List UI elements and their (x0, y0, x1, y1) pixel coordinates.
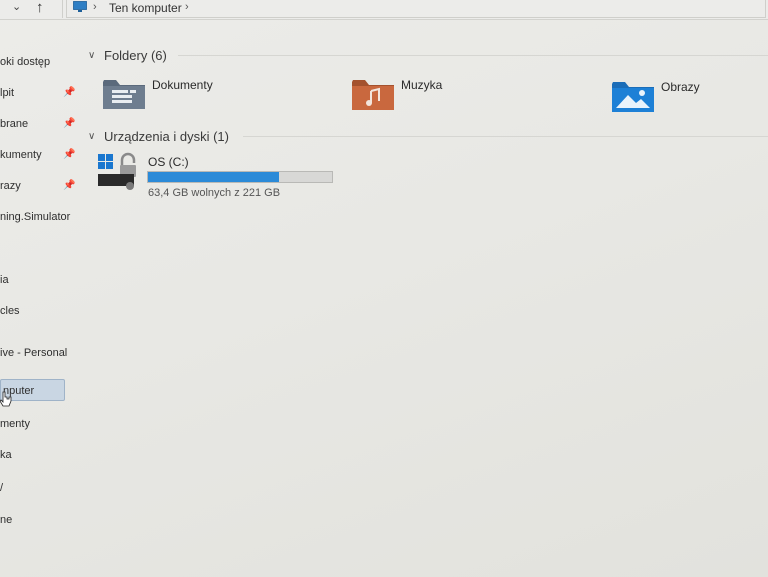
up-arrow-icon[interactable]: ↑ (36, 0, 44, 16)
sidebar-item-label: ka (0, 449, 12, 461)
folder-name: Muzyka (401, 78, 443, 92)
recent-locations-chevron-icon[interactable]: ⌄ (12, 0, 21, 13)
sidebar-item-quick-access[interactable]: oki dostęp (0, 51, 76, 73)
sidebar-item-label: ia (0, 274, 9, 286)
content-pane: ∨ Foldery (6) Dokumenty Muzyka Obrazy ∨ … (78, 38, 768, 577)
music-folder-icon (352, 80, 394, 110)
drive-name: OS (C:) (148, 155, 189, 169)
pin-icon: 📌 (63, 180, 76, 191)
drive-usage-fill (148, 172, 280, 182)
documents-folder-icon (103, 80, 145, 109)
sidebar-item-label: ne (0, 514, 13, 526)
sidebar-item-documents[interactable]: kumenty 📌 (0, 144, 76, 166)
sidebar-item-media[interactable]: ia (0, 269, 76, 291)
sidebar-item-simulator[interactable]: ning.Simulator (0, 206, 76, 228)
hand-cursor-icon (0, 391, 12, 407)
sidebar-item-label: razy (0, 180, 21, 192)
pin-icon: 📌 (63, 149, 76, 160)
sidebar-item-documents-2[interactable]: menty (0, 413, 76, 435)
sidebar-item-label: ning.Simulator (0, 211, 71, 223)
pin-icon: 📌 (63, 118, 76, 129)
section-divider (178, 55, 768, 56)
folders-section-header[interactable]: ∨ Foldery (6) (78, 46, 167, 64)
section-divider (243, 136, 768, 137)
breadcrumb-chevron-icon[interactable]: › (185, 1, 189, 13)
folder-name: Dokumenty (152, 78, 213, 92)
drive-usage-bar (147, 171, 333, 183)
breadcrumb-this-pc[interactable]: Ten komputer (109, 1, 182, 15)
folder-muzyka[interactable]: Muzyka (351, 76, 551, 116)
folders-section-title: Foldery (6) (104, 47, 167, 63)
drives-section-title: Urządzenia i dyski (1) (104, 128, 229, 144)
sidebar-item-onedrive[interactable]: ive - Personal (0, 342, 76, 364)
drive-os-c[interactable]: OS (C:) 63,4 GB wolnych z 221 GB (96, 152, 356, 202)
sidebar-item-articles[interactable]: cles (0, 300, 76, 322)
sidebar-item-label: kumenty (0, 149, 42, 161)
sidebar-item-partial[interactable]: / (0, 477, 76, 499)
navigation-pane: oki dostęp lpit 📌 brane 📌 kumenty 📌 razy… (0, 38, 76, 577)
folder-obrazy[interactable]: Obrazy (611, 78, 761, 118)
folder-name: Obrazy (661, 80, 700, 94)
sidebar-item-label: lpit (0, 87, 15, 99)
drive-free-space: 63,4 GB wolnych z 221 GB (148, 187, 281, 199)
drive-icon (98, 152, 136, 190)
sidebar-item-label: brane (0, 118, 29, 130)
sidebar-item-music[interactable]: ka (0, 444, 76, 466)
toolbar-divider (62, 0, 63, 18)
sidebar-item-label: oki dostęp (0, 56, 51, 68)
pictures-folder-icon (612, 82, 654, 112)
sidebar-item-pictures[interactable]: razy 📌 (0, 175, 76, 197)
file-explorer-window: ⌄ ↑ › Ten komputer › oki dostęp lpit 📌 b… (0, 0, 768, 577)
sidebar-item-label: menty (0, 418, 30, 430)
computer-icon (73, 1, 87, 12)
chevron-down-icon[interactable]: ∨ (88, 131, 102, 142)
sidebar-item-label: cles (0, 305, 20, 317)
drives-section-header[interactable]: ∨ Urządzenia i dyski (1) (78, 127, 229, 145)
sidebar-item-desktop[interactable]: lpit 📌 (0, 82, 76, 104)
pin-icon: 📌 (63, 87, 76, 98)
sidebar-item-partial-2[interactable]: ne (0, 509, 76, 531)
sidebar-item-label: ive - Personal (0, 347, 68, 359)
address-bar-row: ⌄ ↑ › Ten komputer › (0, 0, 768, 20)
folder-dokumenty[interactable]: Dokumenty (102, 76, 302, 116)
chevron-down-icon[interactable]: ∨ (88, 50, 102, 61)
sidebar-item-downloads[interactable]: brane 📌 (0, 113, 76, 135)
breadcrumb-separator-icon: › (93, 1, 97, 13)
sidebar-item-label: / (0, 482, 4, 494)
